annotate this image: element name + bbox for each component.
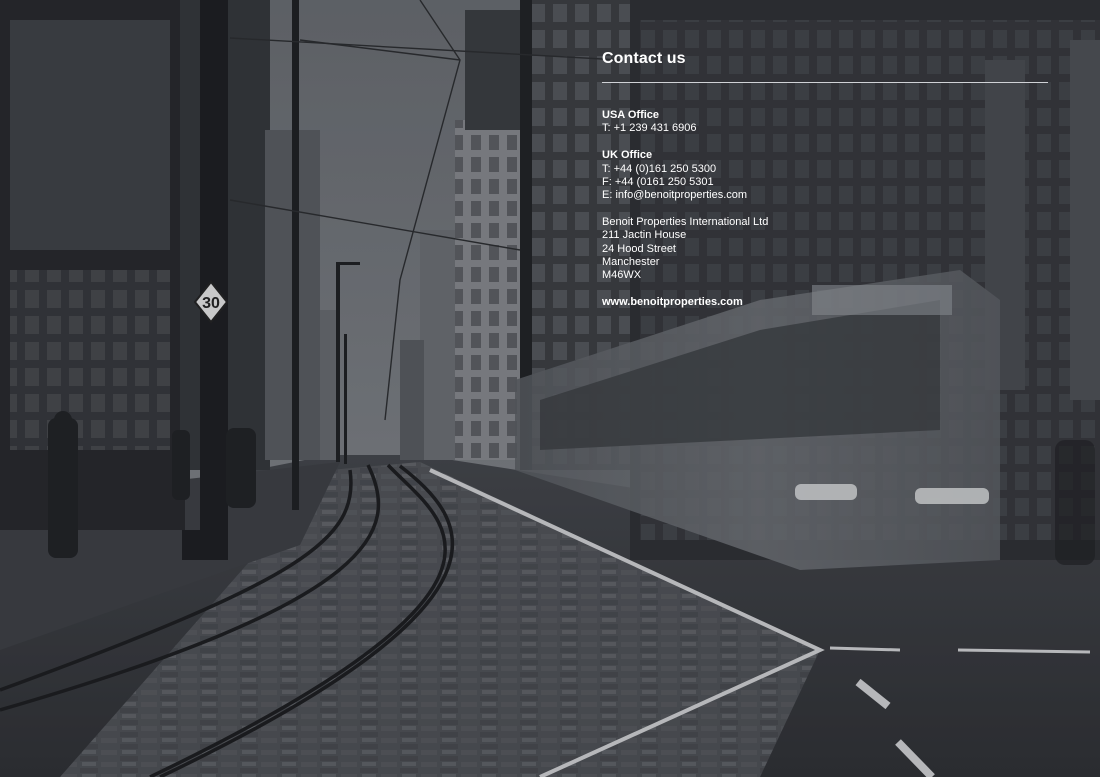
uk-office-email: E: info@benoitproperties.com [602,189,748,202]
uk-office-heading: UK Office [602,149,653,162]
usa-office-heading: USA Office [602,109,660,121]
website-link[interactable]: www.benoitproperties.com [602,296,1048,309]
page: 30 Contact us USA Office T: +1 239 431 6… [0,0,1100,777]
address-line: Manchester [602,255,660,268]
contact-title: Contact us [602,50,686,67]
title-divider [602,82,1048,83]
uk-office-block: UK Office T: +44 (0)161 250 5300 F: +44 … [602,149,1048,202]
address-line: 24 Hood Street [602,242,676,255]
usa-office-block: USA Office T: +1 239 431 6906 [602,109,1048,135]
usa-office-phone: T: +1 239 431 6906 [602,122,697,135]
uk-office-phone: T: +44 (0)161 250 5300 [602,162,717,175]
company-name: Benoit Properties International Ltd [602,216,769,229]
company-address-block: Benoit Properties International Ltd 211 … [602,216,1048,282]
address-line: M46WX [602,269,642,282]
contact-panel: Contact us USA Office T: +1 239 431 6906… [602,48,1048,309]
uk-office-fax: F: +44 (0161 250 5301 [602,175,714,188]
address-line: 211 Jactin House [602,229,687,242]
